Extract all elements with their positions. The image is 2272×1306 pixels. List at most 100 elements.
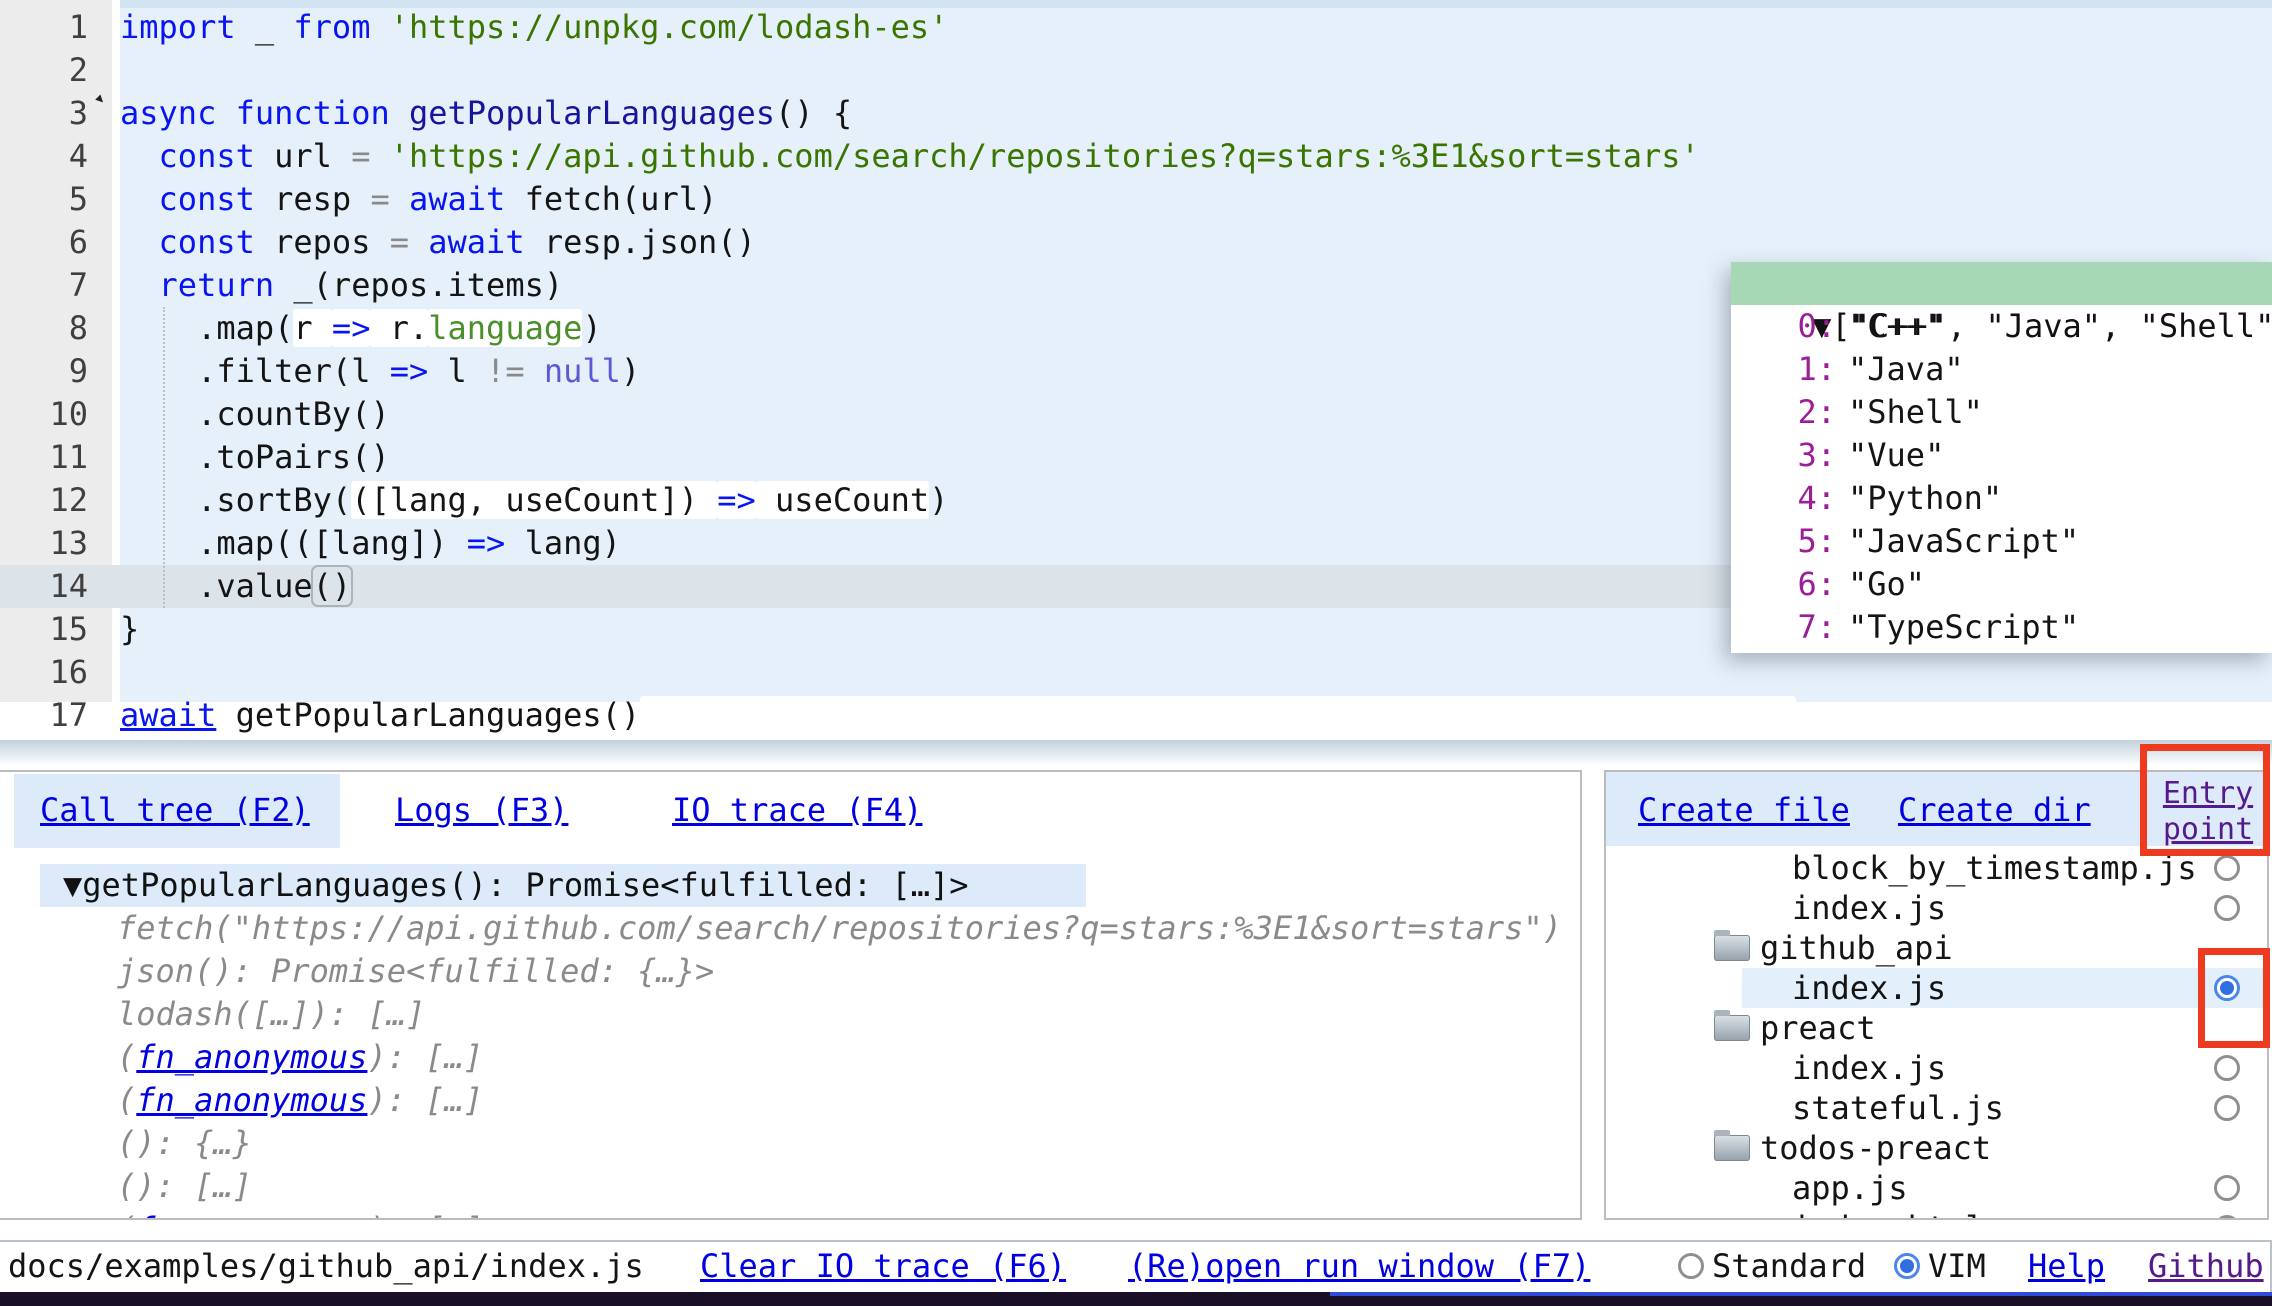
entry-point-radio[interactable] bbox=[2214, 1095, 2240, 1121]
calltree-row[interactable]: (): {…} bbox=[117, 1122, 252, 1165]
code-line-15[interactable]: } bbox=[120, 608, 139, 651]
file-row[interactable]: index.html bbox=[1606, 1208, 2267, 1220]
vim-mode-label[interactable]: VIM bbox=[1928, 1248, 1986, 1284]
file-row[interactable]: index.js bbox=[1606, 1048, 2267, 1088]
github-link[interactable]: Github bbox=[2148, 1248, 2264, 1284]
entry-point-radio[interactable] bbox=[2214, 895, 2240, 921]
code-token: getPopularLanguages bbox=[409, 94, 775, 132]
calltree-text: json(): Promise<fulfilled: {…}> bbox=[117, 952, 714, 990]
entry-point-radio-selected[interactable] bbox=[2214, 975, 2240, 1001]
anonymous-fn-link[interactable]: fn_anonymous bbox=[136, 1038, 367, 1076]
code-token bbox=[120, 223, 159, 261]
tab-call-tree[interactable]: Call tree (F2) bbox=[40, 786, 310, 834]
entry-point-link[interactable]: Entry point bbox=[2148, 776, 2268, 848]
folder-name[interactable]: preact bbox=[1760, 1008, 1876, 1048]
code-token: .map(([lang]) bbox=[120, 524, 467, 562]
code-line-1[interactable]: import _ from 'https://unpkg.com/lodash-… bbox=[120, 6, 948, 49]
file-name[interactable]: block_by_timestamp.js bbox=[1792, 848, 2197, 888]
folder-row[interactable]: github_api bbox=[1606, 928, 2267, 968]
folder-name[interactable]: github_api bbox=[1760, 928, 1953, 968]
standard-mode-radio[interactable] bbox=[1678, 1253, 1704, 1279]
folder-name[interactable]: todos-preact bbox=[1760, 1128, 1991, 1168]
code-token: => bbox=[717, 481, 756, 519]
calltree-row[interactable]: (): […] bbox=[117, 1165, 252, 1208]
inspector-item[interactable]: 2:"Shell" bbox=[1731, 391, 2272, 434]
help-link[interactable]: Help bbox=[2028, 1248, 2105, 1284]
file-row[interactable]: index.js bbox=[1606, 968, 2267, 1008]
line-number: 2 bbox=[0, 49, 88, 92]
file-row[interactable]: block_by_timestamp.js bbox=[1606, 848, 2267, 888]
inspector-item[interactable]: 4:"Python" bbox=[1731, 477, 2272, 520]
inspector-index: 2: bbox=[1731, 391, 1836, 434]
code-token: .toPairs() bbox=[120, 438, 390, 476]
standard-mode-label[interactable]: Standard bbox=[1712, 1248, 1866, 1284]
inspector-index: 1: bbox=[1731, 348, 1836, 391]
code-line-7[interactable]: return _(repos.items) bbox=[120, 264, 563, 307]
folder-row[interactable]: todos-preact bbox=[1606, 1128, 2267, 1168]
code-line-4[interactable]: const url = 'https://api.github.com/sear… bbox=[120, 135, 1700, 178]
inspector-item[interactable]: 1:"Java" bbox=[1731, 348, 2272, 391]
calltree-panel: Call tree (F2) Logs (F3) IO trace (F4) ▼… bbox=[0, 770, 1582, 1220]
calltree-row[interactable]: fetch("https://api.github.com/search/rep… bbox=[117, 907, 1562, 950]
file-name[interactable]: stateful.js bbox=[1792, 1088, 2004, 1128]
code-line-3[interactable]: async function getPopularLanguages() { bbox=[120, 92, 852, 135]
inspector-item[interactable]: 5:"JavaScript" bbox=[1731, 520, 2272, 563]
anonymous-fn-link[interactable]: fn_anonymous bbox=[136, 1081, 367, 1119]
file-row[interactable]: stateful.js bbox=[1606, 1088, 2267, 1128]
inspector-array-header[interactable]: ▼["C++", "Java", "Shell", "V bbox=[1731, 262, 2272, 305]
file-name[interactable]: app.js bbox=[1792, 1168, 1908, 1208]
entry-point-radio[interactable] bbox=[2214, 855, 2240, 881]
create-dir-button[interactable]: Create dir bbox=[1898, 786, 2091, 834]
code-line-10[interactable]: .countBy() bbox=[120, 393, 390, 436]
file-name[interactable]: index.js bbox=[1792, 1048, 1946, 1088]
code-line-13[interactable]: .map(([lang]) => lang) bbox=[120, 522, 621, 565]
code-line-5[interactable]: const resp = await fetch(url) bbox=[120, 178, 717, 221]
tab-io-trace[interactable]: IO trace (F4) bbox=[672, 786, 922, 834]
file-name[interactable]: index.js bbox=[1792, 888, 1946, 928]
calltree-row[interactable]: (fn_anonymous): […] bbox=[117, 1079, 483, 1122]
code-token: _(repos.items) bbox=[274, 266, 563, 304]
calltree-text: ( bbox=[117, 1038, 136, 1076]
code-token: ) bbox=[582, 309, 601, 347]
code-line-17[interactable]: await getPopularLanguages() bbox=[120, 694, 1796, 737]
calltree-row[interactable]: json(): Promise<fulfilled: {…}> bbox=[117, 950, 714, 993]
calltree-row[interactable]: (fn_anonymous): […] bbox=[117, 1208, 483, 1220]
code-token: .value bbox=[120, 567, 313, 605]
code-token: useCount bbox=[756, 481, 929, 519]
code-line-14[interactable]: .value() bbox=[120, 565, 351, 608]
calltree-text: ): […] bbox=[367, 1081, 483, 1119]
create-file-button[interactable]: Create file bbox=[1638, 786, 1850, 834]
calltree-row[interactable]: (fn_anonymous): […] bbox=[117, 1036, 483, 1079]
inspector-item[interactable]: 0:"C++" bbox=[1731, 305, 2272, 348]
tab-logs[interactable]: Logs (F3) bbox=[395, 786, 568, 834]
calltree-row[interactable]: lodash([…]): […] bbox=[117, 993, 425, 1036]
entry-point-radio[interactable] bbox=[2214, 1055, 2240, 1081]
inspector-item[interactable]: 7:"TypeScript" bbox=[1731, 606, 2272, 649]
code-line-8[interactable]: .map(r => r.language) bbox=[120, 307, 602, 350]
entry-point-radio[interactable] bbox=[2214, 1215, 2240, 1220]
code-line-9[interactable]: .filter(l => l != null) bbox=[120, 350, 640, 393]
vim-mode-radio[interactable] bbox=[1894, 1253, 1920, 1279]
file-name[interactable]: index.js bbox=[1792, 968, 1946, 1008]
clear-io-trace-button[interactable]: Clear IO trace (F6) bbox=[700, 1248, 1066, 1284]
code-token: await bbox=[428, 223, 524, 261]
entry-point-radio[interactable] bbox=[2214, 1175, 2240, 1201]
code-token: r bbox=[293, 309, 332, 347]
code-token bbox=[390, 180, 409, 218]
file-row[interactable]: app.js bbox=[1606, 1168, 2267, 1208]
code-token: ([lang, useCount]) bbox=[351, 481, 717, 519]
code-token: _ bbox=[236, 8, 294, 46]
anonymous-fn-link[interactable]: fn_anonymous bbox=[136, 1210, 367, 1220]
inspector-item[interactable]: 6:"Go" bbox=[1731, 563, 2272, 606]
reopen-run-window-button[interactable]: (Re)open run window (F7) bbox=[1128, 1248, 1590, 1284]
code-line-12[interactable]: .sortBy(([lang, useCount]) => useCount) bbox=[120, 479, 948, 522]
code-token: resp bbox=[255, 180, 371, 218]
calltree-row[interactable]: ▼getPopularLanguages(): Promise<fulfille… bbox=[63, 864, 968, 907]
file-name[interactable]: index.html bbox=[1792, 1208, 1985, 1220]
code-token: import bbox=[120, 8, 236, 46]
code-line-6[interactable]: const repos = await resp.json() bbox=[120, 221, 756, 264]
folder-row[interactable]: preact bbox=[1606, 1008, 2267, 1048]
inspector-item[interactable]: 3:"Vue" bbox=[1731, 434, 2272, 477]
code-line-11[interactable]: .toPairs() bbox=[120, 436, 390, 479]
file-row[interactable]: index.js bbox=[1606, 888, 2267, 928]
